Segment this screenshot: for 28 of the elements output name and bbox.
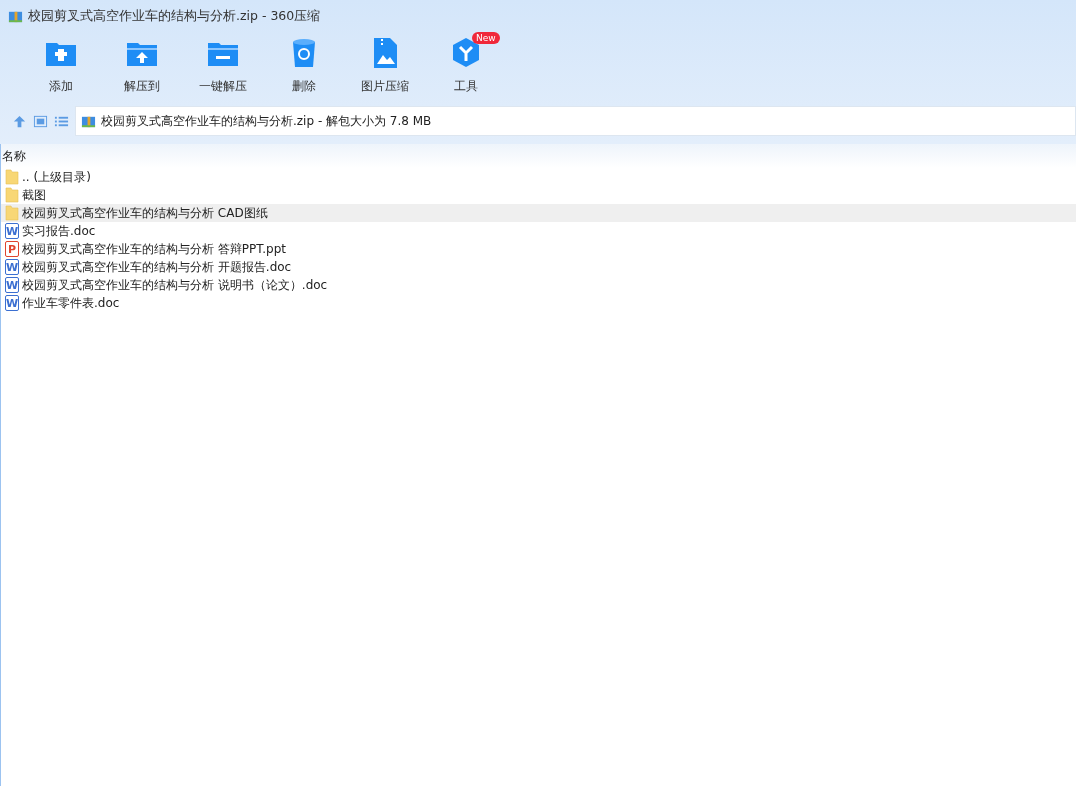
up-arrow-icon[interactable] [12, 113, 27, 129]
toolbar-button[interactable]: 解压到 [101, 32, 182, 106]
folder-icon [5, 169, 19, 185]
presentation-icon: P [5, 241, 19, 257]
document-icon: W [5, 223, 19, 239]
thumbnail-view-icon[interactable] [33, 113, 48, 129]
toolbar-button[interactable]: New 工具 [425, 32, 506, 106]
toolbar-button[interactable]: 图片压缩 [344, 32, 425, 106]
new-badge: New [472, 32, 500, 44]
window-title: 校园剪叉式高空作业车的结构与分析.zip - 360压缩 [28, 7, 321, 25]
file-row[interactable]: 校园剪叉式高空作业车的结构与分析 CAD图纸 [1, 204, 1076, 222]
document-icon: W [5, 295, 19, 311]
file-row[interactable]: 截图 [1, 186, 1076, 204]
toolbar-button[interactable]: 一键解压 [182, 32, 263, 106]
file-row[interactable]: W 校园剪叉式高空作业车的结构与分析 开题报告.doc [1, 258, 1076, 276]
document-icon: W [5, 277, 19, 293]
toolbar-button[interactable]: 添加 [20, 32, 101, 106]
file-row[interactable]: W 实习报告.doc [1, 222, 1076, 240]
folder-icon [5, 205, 19, 221]
file-row[interactable]: W 作业车零件表.doc [1, 294, 1076, 312]
file-row[interactable]: W 校园剪叉式高空作业车的结构与分析 说明书（论文）.doc [1, 276, 1076, 294]
file-row[interactable]: P 校园剪叉式高空作业车的结构与分析 答辩PPT.ppt [1, 240, 1076, 258]
toolbar-button[interactable]: 删除 [263, 32, 344, 106]
address-text: 校园剪叉式高空作业车的结构与分析.zip - 解包大小为 7.8 MB [101, 112, 432, 130]
file-row[interactable]: .. (上级目录) [1, 168, 1076, 186]
document-icon: W [5, 259, 19, 275]
folder-icon [5, 187, 19, 203]
address-bar[interactable]: 校园剪叉式高空作业车的结构与分析.zip - 解包大小为 7.8 MB [75, 106, 1076, 136]
